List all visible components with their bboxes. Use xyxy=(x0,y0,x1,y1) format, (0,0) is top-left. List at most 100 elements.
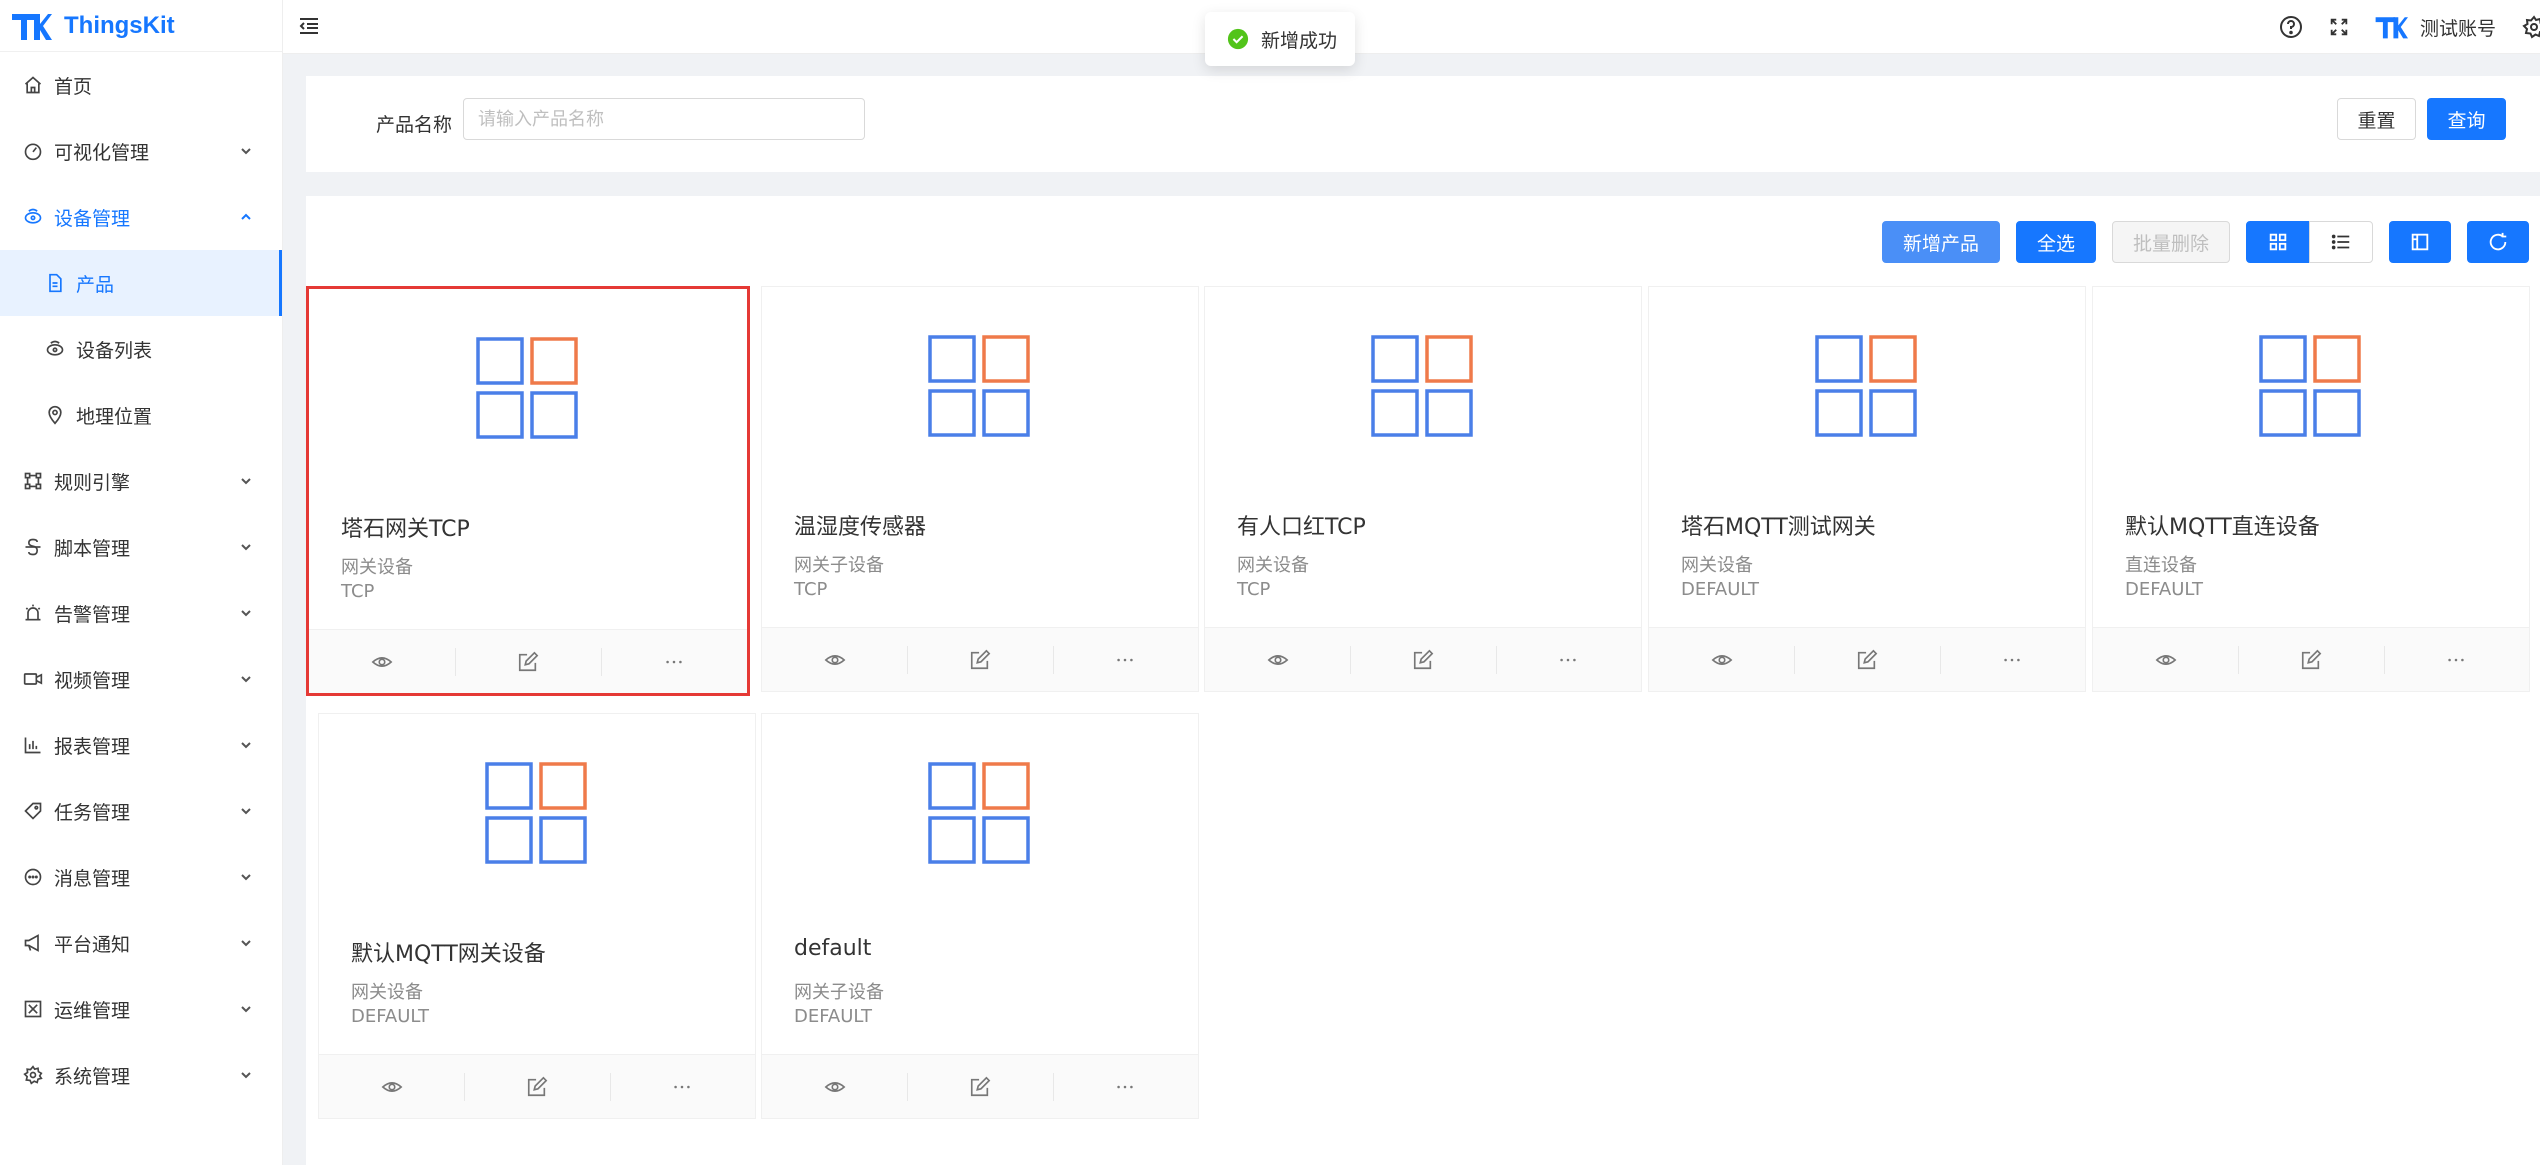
reset-button[interactable]: 重置 xyxy=(2337,98,2416,140)
add-product-button[interactable]: 新增产品 xyxy=(1882,221,2000,263)
edit-button[interactable] xyxy=(1794,628,1939,691)
sidebar-item-script[interactable]: 脚本管理 xyxy=(0,514,282,580)
chevron-down-icon xyxy=(241,742,251,749)
product-card[interactable]: 塔石MQTT测试网关 网关设备 DEFAULT xyxy=(1648,286,2086,692)
logo[interactable]: ThingsKit xyxy=(0,0,282,52)
menu-fold-icon[interactable] xyxy=(297,14,321,38)
sidebar-item-location[interactable]: 地理位置 xyxy=(0,382,282,448)
product-device-type: 网关设备 xyxy=(1681,555,1753,576)
fullscreen-icon[interactable] xyxy=(2326,14,2352,40)
chevron-down-icon xyxy=(241,808,251,815)
view-button[interactable] xyxy=(762,1055,907,1118)
ellipsis-icon xyxy=(674,1085,691,1088)
refresh-button[interactable] xyxy=(2467,221,2529,263)
product-device-type: 网关设备 xyxy=(351,982,423,1003)
view-button[interactable] xyxy=(319,1055,464,1118)
chevron-down-icon xyxy=(241,676,251,683)
select-all-button[interactable]: 全选 xyxy=(2016,221,2096,263)
product-card[interactable]: default 网关子设备 DEFAULT xyxy=(761,713,1199,1119)
sidebar-item-label: 设备列表 xyxy=(76,339,153,362)
eye-icon xyxy=(1267,654,1289,665)
view-button[interactable] xyxy=(309,630,455,693)
sidebar-item-label: 告警管理 xyxy=(54,603,131,626)
help-icon[interactable] xyxy=(2278,14,2304,40)
chevron-down-icon xyxy=(241,1072,251,1079)
sidebar-item-visualization[interactable]: 可视化管理 xyxy=(0,118,282,184)
query-button[interactable]: 查询 xyxy=(2427,98,2506,140)
edit-button[interactable] xyxy=(1350,628,1495,691)
product-name: 默认MQTT网关设备 xyxy=(351,942,546,967)
sidebar-item-product[interactable]: 产品 xyxy=(0,250,282,316)
app-name: ThingsKit xyxy=(64,11,175,39)
device-icon xyxy=(22,206,44,228)
more-button[interactable] xyxy=(1052,628,1198,691)
sidebar-item-ops[interactable]: 运维管理 xyxy=(0,976,282,1042)
sidebar-item-task[interactable]: 任务管理 xyxy=(0,778,282,844)
settings-icon[interactable] xyxy=(2522,15,2540,39)
product-card[interactable]: 塔石网关TCP 网关设备 TCP xyxy=(306,286,750,696)
avatar[interactable] xyxy=(2374,14,2408,40)
device-icon xyxy=(44,338,66,360)
sidebar-item-video[interactable]: 视频管理 xyxy=(0,646,282,712)
more-button[interactable] xyxy=(1052,1055,1198,1118)
product-name-input[interactable] xyxy=(463,98,865,140)
video-icon xyxy=(22,668,44,690)
edit-button[interactable] xyxy=(455,630,601,693)
dashboard-icon xyxy=(22,140,44,162)
product-card[interactable]: 温湿度传感器 网关子设备 TCP xyxy=(761,286,1199,692)
product-device-type: 网关设备 xyxy=(1237,555,1309,576)
sidebar-item-system[interactable]: 系统管理 xyxy=(0,1042,282,1108)
product-card[interactable]: 有人口红TCP 网关设备 TCP xyxy=(1204,286,1642,692)
product-card[interactable]: 默认MQTT直连设备 直连设备 DEFAULT xyxy=(2092,286,2530,692)
edit-icon xyxy=(527,1076,548,1096)
view-button[interactable] xyxy=(1649,628,1794,691)
sidebar-item-device-list[interactable]: 设备列表 xyxy=(0,316,282,382)
alarm-icon xyxy=(22,602,44,624)
sidebar-item-device-management[interactable]: 设备管理 xyxy=(0,184,282,250)
rule-icon xyxy=(22,470,44,492)
sidebar-item-label: 规则引擎 xyxy=(54,471,131,494)
edit-button[interactable] xyxy=(907,1055,1052,1118)
sidebar-item-home[interactable]: 首页 xyxy=(0,52,282,118)
view-button[interactable] xyxy=(1205,628,1350,691)
edit-button[interactable] xyxy=(464,1055,609,1118)
sidebar: ThingsKit 首页 可视化管理 设备管理 产品 设备列表 地理位置 规则引… xyxy=(0,0,283,1165)
product-card[interactable]: 默认MQTT网关设备 网关设备 DEFAULT xyxy=(318,713,756,1119)
ellipsis-icon xyxy=(666,660,682,663)
more-button[interactable] xyxy=(1495,628,1641,691)
top-header: 测试账号 xyxy=(283,0,2540,54)
list-view-toggle[interactable] xyxy=(2309,221,2373,263)
sidebar-item-label: 脚本管理 xyxy=(54,537,131,560)
edit-button[interactable] xyxy=(907,628,1052,691)
product-grid-icon xyxy=(485,762,587,864)
sidebar-item-label: 地理位置 xyxy=(76,405,153,428)
edit-icon xyxy=(1857,649,1878,669)
more-button[interactable] xyxy=(2383,628,2529,691)
sidebar-item-report[interactable]: 报表管理 xyxy=(0,712,282,778)
product-grid-icon xyxy=(928,762,1030,864)
more-button[interactable] xyxy=(1939,628,2085,691)
megaphone-icon xyxy=(22,932,44,954)
product-cover xyxy=(309,289,747,489)
edit-icon xyxy=(970,1076,991,1096)
view-button[interactable] xyxy=(762,628,907,691)
user-name[interactable]: 测试账号 xyxy=(2420,14,2496,41)
more-button[interactable] xyxy=(601,630,747,693)
sidebar-item-message[interactable]: 消息管理 xyxy=(0,844,282,910)
card-view-toggle[interactable] xyxy=(2246,221,2310,263)
sidebar-item-alarm[interactable]: 告警管理 xyxy=(0,580,282,646)
product-grid-icon xyxy=(476,337,578,439)
view-button[interactable] xyxy=(2093,628,2238,691)
edit-button[interactable] xyxy=(2238,628,2383,691)
column-setting-button[interactable] xyxy=(2389,221,2451,263)
edit-icon xyxy=(1413,649,1434,669)
sidebar-item-rule-engine[interactable]: 规则引擎 xyxy=(0,448,282,514)
sidebar-item-notice[interactable]: 平台通知 xyxy=(0,910,282,976)
batch-delete-button[interactable]: 批量删除 xyxy=(2112,221,2230,263)
thingskit-logo-icon xyxy=(12,13,52,40)
file-icon xyxy=(44,272,66,294)
product-device-type: 网关设备 xyxy=(341,557,413,578)
more-button[interactable] xyxy=(609,1055,755,1118)
script-icon xyxy=(22,536,44,558)
product-name: default xyxy=(794,936,872,961)
